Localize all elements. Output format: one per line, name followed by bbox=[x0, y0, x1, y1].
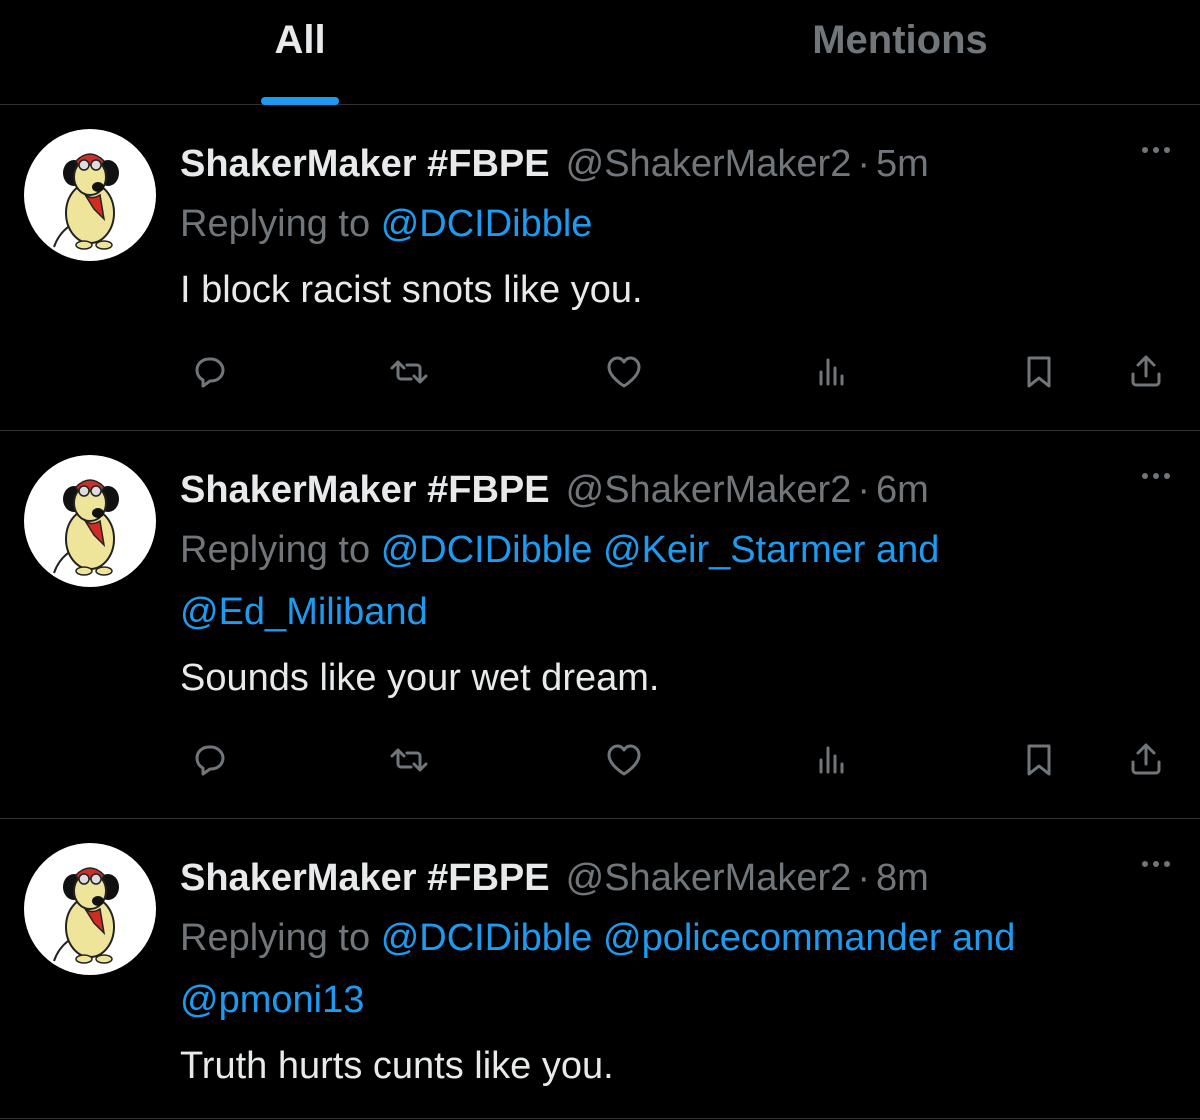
display-name[interactable]: ShakerMaker #FBPE bbox=[180, 461, 550, 519]
like-icon[interactable] bbox=[600, 347, 648, 395]
avatar[interactable] bbox=[24, 129, 156, 261]
replying-to-label: Replying to bbox=[180, 529, 371, 571]
user-handle[interactable]: @ShakerMaker2 bbox=[566, 461, 852, 519]
notification-tabs: All Mentions bbox=[0, 0, 1200, 105]
reply-icon[interactable] bbox=[184, 735, 232, 783]
cartoon-dog-avatar-icon bbox=[53, 867, 119, 964]
mention-link[interactable]: @pmoni13 bbox=[180, 979, 364, 1021]
separator: · bbox=[857, 857, 870, 899]
tweet-text: Truth hurts cunts like you. bbox=[180, 1045, 614, 1087]
separator: · bbox=[857, 143, 870, 185]
tab-all-label: All bbox=[274, 17, 326, 62]
more-options-icon[interactable] bbox=[1142, 147, 1170, 153]
replying-to: Replying to @DCIDibble bbox=[180, 193, 1170, 255]
timestamp[interactable]: 8m bbox=[876, 849, 929, 907]
retweet-icon[interactable] bbox=[385, 735, 433, 783]
tweet-header: ShakerMaker #FBPE @ShakerMaker2 · 5m bbox=[180, 135, 1170, 193]
user-handle[interactable]: @ShakerMaker2 bbox=[566, 849, 852, 907]
reply-icon[interactable] bbox=[184, 347, 232, 395]
more-options-icon[interactable] bbox=[1142, 473, 1170, 479]
separator: · bbox=[857, 469, 870, 511]
timestamp[interactable]: 6m bbox=[876, 461, 929, 519]
bookmark-icon[interactable] bbox=[1015, 347, 1063, 395]
tweet-actions bbox=[0, 321, 1200, 431]
tab-mentions-label: Mentions bbox=[812, 17, 988, 62]
retweet-icon[interactable] bbox=[385, 347, 433, 395]
share-icon[interactable] bbox=[1122, 347, 1170, 395]
replying-to-label: Replying to bbox=[180, 917, 371, 959]
replying-to: Replying to @DCIDibble @Keir_Starmer and… bbox=[180, 519, 1170, 643]
cartoon-dog-avatar-icon bbox=[53, 153, 119, 250]
user-handle[interactable]: @ShakerMaker2 bbox=[566, 135, 852, 193]
more-options-icon[interactable] bbox=[1142, 861, 1170, 867]
mention-link[interactable]: @DCIDibble @policecommander and bbox=[381, 917, 1016, 959]
views-icon[interactable] bbox=[808, 347, 856, 395]
mention-link[interactable]: @Ed_Miliband bbox=[180, 591, 428, 633]
tweet[interactable]: ShakerMaker #FBPE @ShakerMaker2 · 8m Rep… bbox=[0, 819, 1200, 1119]
tab-all[interactable]: All bbox=[0, 0, 600, 105]
display-name[interactable]: ShakerMaker #FBPE bbox=[180, 849, 550, 907]
bookmark-icon[interactable] bbox=[1015, 735, 1063, 783]
avatar[interactable] bbox=[24, 455, 156, 587]
like-icon[interactable] bbox=[600, 735, 648, 783]
tweet-text: Sounds like your wet dream. bbox=[180, 657, 660, 699]
avatar[interactable] bbox=[24, 843, 156, 975]
views-icon[interactable] bbox=[808, 735, 856, 783]
tab-mentions[interactable]: Mentions bbox=[600, 0, 1200, 104]
share-icon[interactable] bbox=[1122, 735, 1170, 783]
tweet-actions bbox=[0, 709, 1200, 819]
tweet[interactable]: ShakerMaker #FBPE @ShakerMaker2 · 6m Rep… bbox=[0, 431, 1200, 819]
display-name[interactable]: ShakerMaker #FBPE bbox=[180, 135, 550, 193]
tweet-text: I block racist snots like you. bbox=[180, 269, 643, 311]
active-tab-indicator bbox=[261, 97, 339, 105]
tweet-header: ShakerMaker #FBPE @ShakerMaker2 · 8m bbox=[180, 849, 1170, 907]
cartoon-dog-avatar-icon bbox=[53, 479, 119, 576]
replying-to-label: Replying to bbox=[180, 203, 371, 245]
mention-link[interactable]: @DCIDibble @Keir_Starmer and bbox=[381, 529, 940, 571]
replying-to: Replying to @DCIDibble @policecommander … bbox=[180, 907, 1170, 1031]
tweet[interactable]: ShakerMaker #FBPE @ShakerMaker2 · 5m Rep… bbox=[0, 105, 1200, 431]
timestamp[interactable]: 5m bbox=[876, 135, 929, 193]
tweet-header: ShakerMaker #FBPE @ShakerMaker2 · 6m bbox=[180, 461, 1170, 519]
mention-link[interactable]: @DCIDibble bbox=[381, 203, 593, 245]
